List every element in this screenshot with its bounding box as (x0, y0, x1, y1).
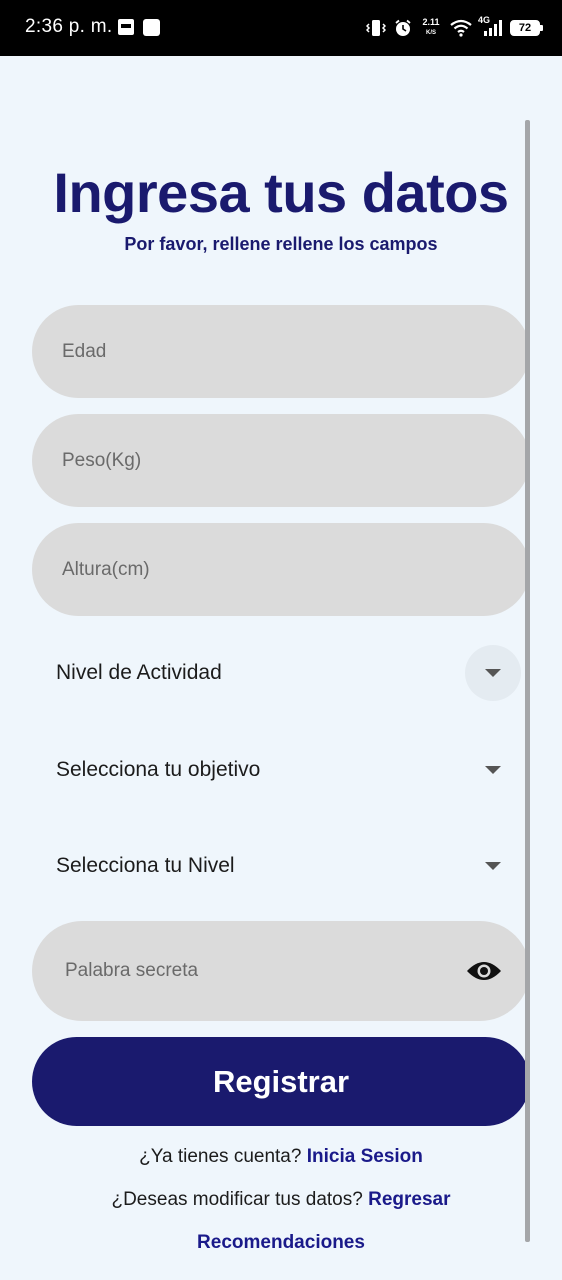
network-type: 4G (478, 15, 491, 25)
status-bar: 2:36 p. m. 2.11 K/S 4G 72 (0, 0, 562, 56)
weight-field[interactable] (32, 414, 530, 507)
network-speed-value: 2.11 (422, 17, 440, 27)
activity-level-dropdown[interactable]: Nivel de Actividad (32, 638, 530, 708)
back-link[interactable]: Regresar (368, 1189, 450, 1210)
network-speed-unit: K/S (425, 30, 436, 36)
goal-dropdown[interactable]: Selecciona tu objetivo (32, 735, 530, 805)
battery-icon: 72 (510, 20, 543, 36)
alarm-icon (394, 19, 412, 37)
notification-app-icon (118, 19, 134, 35)
login-link[interactable]: Inicia Sesion (307, 1146, 423, 1167)
status-time: 2:36 p. m. (25, 16, 113, 37)
page-subtitle: Por favor, rellene rellene los campos (124, 234, 438, 254)
level-label: Selecciona tu Nivel (56, 854, 235, 877)
secret-field[interactable] (32, 921, 530, 1021)
modify-prompt-line: ¿Deseas modificar tus datos? Regresar (0, 1189, 562, 1211)
page-title: Ingresa tus datos (53, 161, 509, 224)
height-field[interactable] (32, 523, 530, 616)
chevron-down-icon (485, 862, 501, 870)
login-prompt-text: ¿Ya tienes cuenta? (139, 1146, 302, 1167)
modify-prompt-text: ¿Deseas modificar tus datos? (111, 1189, 363, 1210)
age-input[interactable] (62, 305, 462, 398)
chevron-down-icon (485, 766, 501, 774)
goal-label: Selecciona tu objetivo (56, 758, 261, 781)
level-toggle[interactable] (465, 838, 521, 894)
recommendations-line: Recomendaciones (0, 1232, 562, 1254)
recommendations-link[interactable]: Recomendaciones (197, 1232, 365, 1253)
weight-input[interactable] (62, 414, 462, 507)
activity-level-label: Nivel de Actividad (56, 661, 222, 684)
chevron-down-icon (485, 669, 501, 677)
notification-square-icon (143, 19, 160, 36)
goal-toggle[interactable] (465, 742, 521, 798)
secret-input[interactable] (65, 921, 465, 1021)
vibrate-icon (366, 19, 386, 37)
wifi-icon (450, 19, 472, 37)
level-dropdown[interactable]: Selecciona tu Nivel (32, 831, 530, 901)
scrollbar[interactable] (525, 120, 530, 1242)
visibility-eye-icon[interactable] (466, 959, 502, 983)
login-prompt-line: ¿Ya tienes cuenta? Inicia Sesion (0, 1146, 562, 1168)
height-input[interactable] (62, 523, 462, 616)
status-icons: 2.11 K/S 4G 72 (366, 14, 543, 42)
activity-level-toggle[interactable] (465, 645, 521, 701)
age-field[interactable] (32, 305, 530, 398)
network-speed: 2.11 K/S (420, 18, 442, 38)
register-button[interactable]: Registrar (32, 1037, 530, 1126)
cellular-signal-icon: 4G (478, 15, 502, 37)
